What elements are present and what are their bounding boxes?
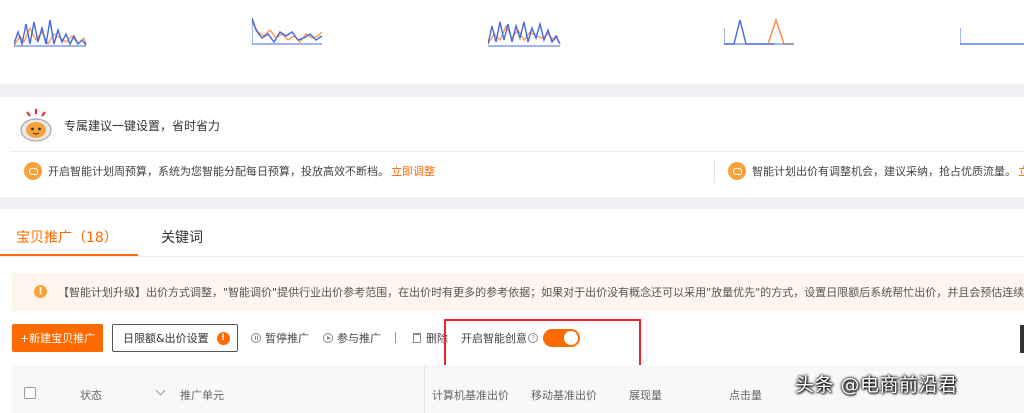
sparkline-1: [14, 19, 87, 47]
play-icon: [323, 333, 333, 343]
trash-icon: [413, 333, 421, 343]
watermark: 头条 @电商前沿君: [795, 374, 958, 396]
header-unit: 推广单元: [180, 389, 224, 402]
sparkline-strip: [0, 0, 1024, 84]
chat-bubble-icon: [728, 162, 746, 180]
select-all-checkbox[interactable]: [24, 387, 36, 399]
header-clicks: 点击量: [729, 389, 762, 402]
header-impressions: 展现量: [629, 389, 662, 402]
tab-keywords[interactable]: 关键词: [161, 227, 203, 247]
header-pc-bid: 计算机基准出价: [432, 389, 509, 402]
pause-promotion-button[interactable]: 暂停推广: [251, 330, 309, 346]
divider: [10, 151, 1024, 152]
delete-button[interactable]: 删除: [413, 330, 448, 346]
pause-icon: [251, 333, 261, 343]
right-edge-control: [1020, 325, 1024, 353]
adjust-now-link[interactable]: 立即调整: [391, 163, 435, 179]
tip-bid-adjust: 智能计划出价有调整机会，建议采纳，抢占优质流量。 立: [728, 160, 1024, 182]
upgrade-notice: ! 【智能计划升级】出价方式调整，"智能调价"提供行业出价参考范围，在出价时有更…: [12, 273, 1024, 311]
chevron-down-icon[interactable]: [155, 385, 166, 396]
button-label: 参与推广: [337, 332, 381, 345]
divider: [714, 159, 715, 183]
toolbar-divider: [395, 332, 396, 343]
join-promotion-button[interactable]: 参与推广: [323, 330, 381, 346]
tip-text: 智能计划出价有调整机会，建议采纳，抢占优质流量。: [752, 165, 1016, 178]
sparkline-5: [960, 28, 1024, 45]
tip-weekly-budget: 开启智能计划周预算，系统为您智能分配每日预算，投放高效不断档。 立即调整: [24, 160, 435, 182]
mascot-icon: [20, 109, 52, 142]
highlight-box: [444, 319, 641, 369]
column-divider: [424, 365, 425, 413]
adopt-link[interactable]: 立: [1018, 163, 1024, 179]
sparkline-3: [488, 21, 561, 47]
tip-text: 开启智能计划周预算，系统为您智能分配每日预算，投放高效不断档。: [48, 165, 389, 178]
status-filter[interactable]: 状态: [80, 387, 102, 403]
sparkline-2: [252, 17, 323, 45]
chat-bubble-icon: [24, 162, 42, 180]
notice-text: 【智能计划升级】出价方式调整，"智能调价"提供行业出价参考范围，在出价时有更多的…: [58, 286, 1024, 299]
header-mobile-bid: 移动基准出价: [531, 389, 597, 402]
button-label: 日限额&出价设置: [123, 332, 209, 345]
divider: [0, 256, 1024, 257]
alert-icon: !: [216, 331, 230, 345]
button-label: 暂停推广: [265, 332, 309, 345]
budget-bid-settings-button[interactable]: 日限额&出价设置 !: [112, 324, 238, 352]
sparkline-4: [724, 17, 794, 45]
warning-icon: !: [34, 285, 47, 298]
new-item-promotion-button[interactable]: +新建宝贝推广: [12, 324, 103, 352]
tab-item-promotion[interactable]: 宝贝推广（18）: [16, 227, 118, 247]
suggestion-card: 专属建议一键设置，省时省力 开启智能计划周预算，系统为您智能分配每日预算，投放高…: [0, 97, 1024, 197]
suggestion-title: 专属建议一键设置，省时省力: [64, 119, 221, 133]
